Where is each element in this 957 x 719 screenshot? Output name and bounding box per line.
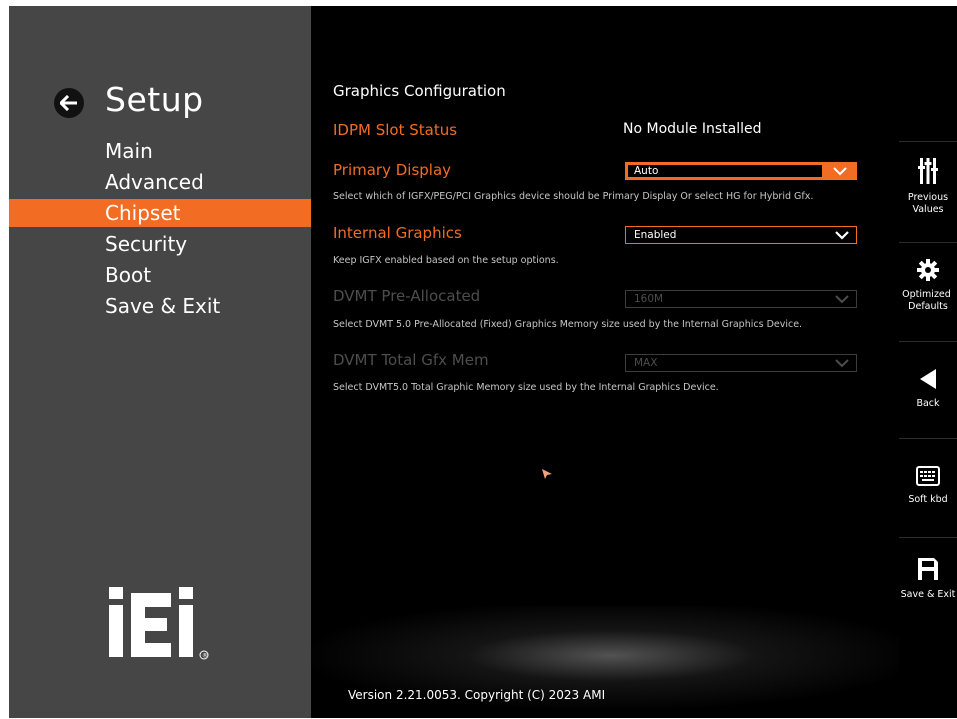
iei-logo: ®: [109, 587, 209, 660]
dvmt-total-gfx-mem-label: DVMT Total Gfx Mem: [333, 351, 489, 369]
previous-values-button[interactable]: Previous Values: [899, 158, 957, 216]
keyboard-icon: [916, 466, 940, 486]
chevron-down-icon: [833, 167, 847, 176]
sidebar-item-security[interactable]: Security: [9, 230, 311, 258]
sidebar-item-save-exit[interactable]: Save & Exit: [9, 292, 311, 320]
internal-graphics-label: Internal Graphics: [333, 224, 462, 242]
sidebar-item-chipset[interactable]: Chipset: [9, 199, 311, 227]
page-title: Graphics Configuration: [333, 82, 506, 100]
previous-values-label-2: Values: [912, 204, 944, 215]
mouse-cursor-icon: [542, 469, 552, 479]
optimized-defaults-button[interactable]: Optimized Defaults: [899, 259, 957, 313]
registered-mark: ®: [202, 653, 208, 660]
optimized-defaults-label-1: Optimized: [902, 289, 951, 300]
floppy-disk-icon: [918, 558, 938, 580]
dvmt-pre-allocated-dropdown: 160M: [625, 290, 857, 308]
dvmt-pre-allocated-label: DVMT Pre-Allocated: [333, 287, 481, 305]
chevron-down-icon: [835, 359, 849, 368]
soft-keyboard-label: Soft kbd: [908, 494, 948, 505]
dvmt-total-gfx-mem-value: MAX: [634, 357, 658, 369]
chevron-down-icon: [835, 231, 849, 240]
sidebar-title: Setup: [105, 80, 204, 119]
soft-keyboard-button[interactable]: Soft kbd: [899, 466, 957, 506]
idpm-slot-status-value: No Module Installed: [623, 121, 762, 137]
arrow-left-icon: [60, 95, 77, 111]
version-footer: Version 2.21.0053. Copyright (C) 2023 AM…: [348, 688, 606, 702]
save-exit-button[interactable]: Save & Exit: [899, 557, 957, 601]
back-label: Back: [916, 398, 940, 409]
gear-icon: [917, 259, 939, 281]
primary-display-value: Auto: [634, 165, 659, 177]
back-button[interactable]: Back: [899, 368, 957, 410]
sidebar-item-advanced[interactable]: Advanced: [9, 168, 311, 196]
sidebar-item-main[interactable]: Main: [9, 137, 311, 165]
bios-window: Setup Main Advanced Chipset Security Boo…: [9, 6, 957, 718]
sidebar: Setup Main Advanced Chipset Security Boo…: [9, 6, 311, 718]
dvmt-total-gfx-mem-help: Select DVMT5.0 Total Graphic Memory size…: [333, 382, 719, 393]
internal-graphics-dropdown[interactable]: Enabled: [625, 226, 857, 244]
optimized-defaults-label-2: Defaults: [908, 301, 948, 312]
primary-display-dropdown[interactable]: Auto: [625, 162, 857, 180]
dvmt-total-gfx-mem-dropdown: MAX: [625, 354, 857, 372]
sliders-icon: [918, 158, 938, 184]
internal-graphics-value: Enabled: [634, 229, 677, 241]
primary-display-help: Select which of IGFX/PEG/PCI Graphics de…: [333, 191, 814, 202]
internal-graphics-help: Keep IGFX enabled based on the setup opt…: [333, 255, 559, 266]
idpm-slot-status-label: IDPM Slot Status: [333, 121, 458, 139]
action-bar: Previous Values Optimized Defaults Back …: [899, 6, 957, 718]
back-arrow-button[interactable]: [54, 88, 84, 118]
dvmt-pre-allocated-value: 160M: [634, 293, 664, 305]
save-exit-label: Save & Exit: [900, 589, 956, 600]
sidebar-item-boot[interactable]: Boot: [9, 261, 311, 289]
dvmt-pre-allocated-help: Select DVMT 5.0 Pre-Allocated (Fixed) Gr…: [333, 319, 803, 330]
primary-display-label: Primary Display: [333, 161, 452, 179]
previous-values-label-1: Previous: [907, 192, 949, 203]
triangle-left-icon: [920, 369, 936, 389]
chevron-down-icon: [835, 295, 849, 304]
main-panel: Graphics Configuration IDPM Slot Status …: [311, 6, 899, 718]
